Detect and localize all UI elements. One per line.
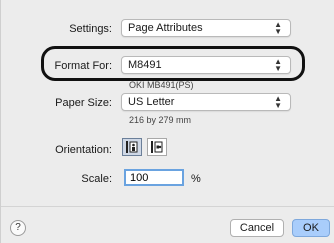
landscape-orientation-icon xyxy=(151,141,163,153)
scale-input[interactable] xyxy=(124,169,184,186)
portrait-orientation-icon xyxy=(126,141,138,153)
cancel-button[interactable]: Cancel xyxy=(230,219,284,237)
help-button[interactable]: ? xyxy=(10,220,26,236)
format-for-popup[interactable]: M8491 ▲ ▼ xyxy=(121,56,291,74)
paper-size-popup[interactable]: US Letter ▲ ▼ xyxy=(121,93,291,111)
scale-unit: % xyxy=(191,173,201,185)
popup-arrows-icon: ▲ ▼ xyxy=(274,20,282,36)
settings-label: Settings: xyxy=(69,23,112,35)
paper-dimensions: 216 by 279 mm xyxy=(129,115,192,125)
format-for-subtext: OKI MB491(PS) xyxy=(129,80,194,90)
orientation-portrait-button[interactable] xyxy=(122,138,142,156)
popup-arrows-icon: ▲ ▼ xyxy=(274,57,282,73)
format-for-label: Format For: xyxy=(54,60,112,72)
popup-arrows-icon: ▲ ▼ xyxy=(274,94,282,110)
settings-popup[interactable]: Page Attributes ▲ ▼ xyxy=(121,19,291,37)
help-icon: ? xyxy=(15,222,21,233)
paper-size-value: US Letter xyxy=(128,96,175,108)
scale-label: Scale: xyxy=(81,173,112,185)
orientation-label: Orientation: xyxy=(55,144,112,156)
orientation-landscape-button[interactable] xyxy=(147,138,167,156)
settings-value: Page Attributes xyxy=(128,22,203,34)
ok-button[interactable]: OK xyxy=(292,219,330,237)
paper-size-label: Paper Size: xyxy=(55,97,112,109)
format-for-value: M8491 xyxy=(128,59,162,71)
footer-divider xyxy=(1,206,334,207)
page-setup-sheet: Settings: Page Attributes ▲ ▼ Format For:… xyxy=(0,0,334,243)
